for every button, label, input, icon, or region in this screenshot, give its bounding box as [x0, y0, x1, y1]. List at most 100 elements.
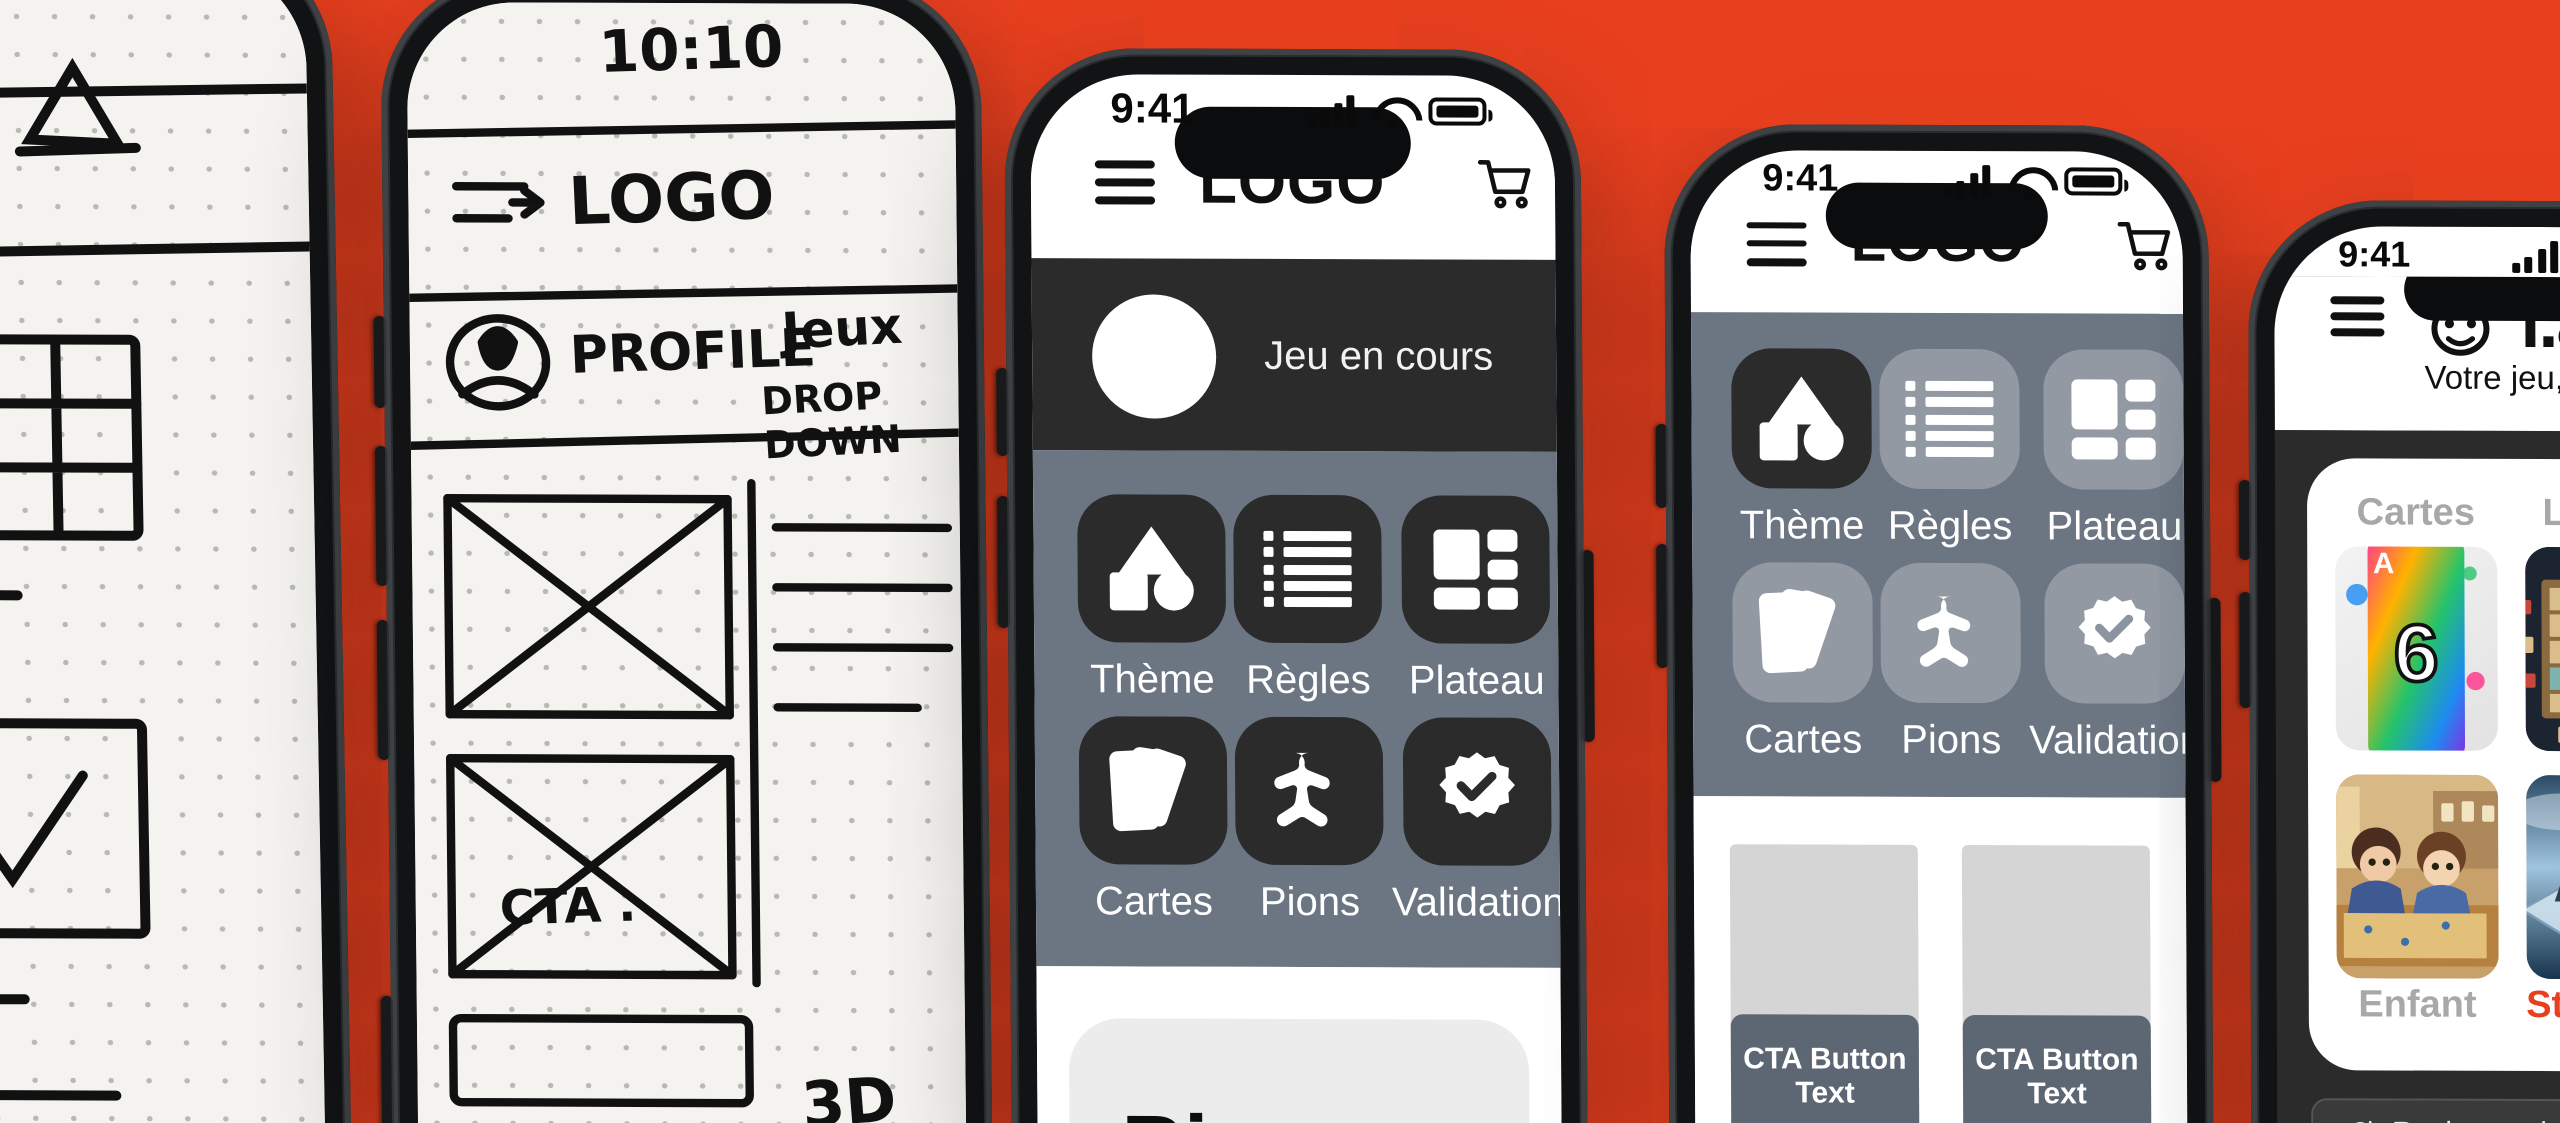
cellular-bars-icon	[2511, 240, 2559, 273]
feature-label: Thème	[1090, 658, 1215, 703]
feature-theme[interactable]: Thème	[1077, 494, 1227, 705]
choice-strategie[interactable]: Stratégie	[2525, 774, 2560, 1040]
cards-icon	[1732, 562, 1874, 703]
side-button-volume-down[interactable]	[1656, 543, 1669, 668]
meeple-glyph	[1274, 752, 1330, 827]
side-button-action[interactable]	[376, 619, 391, 760]
feature-cards[interactable]: Cartes	[1732, 562, 1874, 764]
choice-label: Enfant	[2358, 984, 2477, 1027]
side-button-volume-down[interactable]	[374, 445, 389, 586]
scrabble-board-art	[2524, 546, 2560, 752]
side-button-volume-up[interactable]	[996, 367, 1009, 456]
battery-icon	[2064, 167, 2123, 196]
phone-mockup-catalog: 9:41 LOGO	[1655, 124, 2222, 1123]
chat-body: Cartes 6 A Lettres Enfant Stratégie	[2274, 430, 2560, 1123]
shapes-icon	[1077, 494, 1227, 643]
board-layout-icon	[1401, 495, 1551, 644]
feature-rules[interactable]: Règles	[1233, 494, 1383, 706]
feature-label: Plateau	[2046, 505, 2183, 550]
current-game-label: Jeu en cours	[1264, 333, 1494, 379]
side-button-volume-down[interactable]	[997, 495, 1011, 628]
phone-app-iasmo-chat: 9:41 i.asmo Votre jeu, Cartes 6 A Lettre…	[2238, 200, 2560, 1123]
feature-validation[interactable]: Validation	[1391, 717, 1564, 928]
feature-theme[interactable]: Thème	[1731, 348, 1872, 550]
feature-pawns[interactable]: Pions	[1234, 716, 1384, 928]
brand-tagline: Votre jeu, vos règles!	[2424, 360, 2560, 398]
product-card[interactable]: CTA Button Text	[1961, 845, 2152, 1123]
feature-icon-grid: Thème Règles Plateau Cartes Pions Valida…	[1077, 494, 1563, 928]
product-card[interactable]: CTA Button Text	[1729, 844, 1920, 1123]
svg-text:6: 6	[2394, 609, 2439, 699]
children-playing-art	[2336, 774, 2499, 979]
shapes-icon	[1731, 348, 1872, 489]
svg-text:A: A	[2373, 547, 2394, 580]
phone-sketch-1-screen	[0, 0, 328, 1123]
shopping-cart-icon[interactable]	[2113, 213, 2181, 277]
side-button-power[interactable]	[2208, 597, 2222, 782]
hamburger-menu-icon[interactable]	[2330, 296, 2385, 337]
choice-enfant[interactable]: Enfant	[2336, 774, 2499, 1039]
choice-image-scrabble-board	[2524, 546, 2560, 752]
feature-label: Pions	[1901, 718, 2002, 764]
feature-icon-panel: Thème Règles Plateau Cartes Pions Valida…	[1690, 312, 2189, 798]
battery-icon	[1428, 97, 1487, 126]
status-time: 9:41	[1762, 158, 1839, 201]
shopping-cart-icon[interactable]	[1473, 152, 1541, 216]
sketch-dropdown-label: DROP DOWN	[760, 374, 903, 469]
colorful-card-art: 6 A	[2346, 546, 2485, 751]
choice-cartes[interactable]: Cartes 6 A	[2335, 486, 2498, 751]
hamburger-menu-icon[interactable]	[1746, 221, 1807, 266]
side-button-power[interactable]	[1581, 549, 1595, 743]
phone-sketch-1	[0, 0, 355, 1123]
feature-pawns[interactable]: Pions	[1880, 562, 2022, 765]
sketch-3d-label: 3D	[799, 1064, 900, 1123]
feature-label: Validation	[1391, 881, 1564, 926]
cards-icon	[1078, 716, 1228, 865]
showcase-canvas: 10:10 LOGO PROFILE Jeux DROP DOWN CTA . …	[0, 0, 2560, 1123]
feature-board[interactable]: Plateau	[2027, 349, 2188, 552]
meeple-icon	[1234, 716, 1384, 866]
side-button-volume-up[interactable]	[373, 315, 387, 408]
feature-board[interactable]: Plateau	[1389, 495, 1563, 706]
welcome-title: Bienvenue	[1121, 1098, 1558, 1123]
verified-glyph	[1439, 752, 1516, 818]
meeple-glyph	[1917, 596, 1971, 667]
feature-validation[interactable]: Validation	[2028, 563, 2189, 766]
list-icon	[1879, 348, 2020, 490]
wireframe-canvas	[0, 0, 328, 1123]
verified-check-icon	[1403, 717, 1553, 866]
product-cta-button[interactable]: CTA Button Text	[1962, 1015, 2152, 1123]
feature-label: Pions	[1259, 880, 1361, 926]
meeple-icon	[1880, 562, 2022, 704]
choice-label: Cartes	[2356, 492, 2476, 535]
feature-label: Thème	[1739, 504, 1865, 549]
choice-lettres[interactable]: Lettres	[2524, 487, 2560, 752]
image-choice-grid: Cartes 6 A Lettres Enfant Stratégie	[2335, 486, 2560, 1039]
reload-answer-label: Recharger la réponse	[2392, 1116, 2560, 1123]
status-bar: 9:41	[1690, 150, 2182, 204]
feature-cards[interactable]: Cartes	[1078, 716, 1228, 927]
choice-image-children-playing	[2336, 774, 2499, 979]
reload-answer-button[interactable]: Recharger la réponse	[2311, 1098, 2560, 1123]
sketch-menu-label: Jeux	[780, 296, 904, 361]
side-button-volume-up[interactable]	[2238, 479, 2252, 561]
verified-glyph	[2078, 596, 2152, 659]
phone-mockup-catalog-screen: 9:41 LOGO	[1690, 150, 2189, 1123]
feature-label: Cartes	[1744, 718, 1863, 763]
choice-image-strategy-board	[2525, 774, 2560, 980]
wireframe-canvas-2: 10:10 LOGO PROFILE Jeux DROP DOWN CTA . …	[406, 2, 969, 1123]
product-cta-button[interactable]: CTA Button Text	[1730, 1014, 1920, 1123]
feature-rules[interactable]: Règles	[1879, 348, 2020, 551]
wifi-icon	[1372, 96, 1410, 126]
avatar	[1091, 294, 1217, 419]
cellular-bars-icon	[1943, 165, 1991, 198]
sketch-status-time: 10:10	[597, 12, 785, 86]
welcome-card: Bienvenue Commençons par faire le tour d…	[1068, 1018, 1558, 1123]
phone-sketch-2-screen: 10:10 LOGO PROFILE Jeux DROP DOWN CTA . …	[406, 2, 969, 1123]
side-button-volume-up[interactable]	[1655, 423, 1669, 509]
content-area: CTA Button Text CTA Button Text CTA Butt…	[1693, 796, 2189, 1123]
hamburger-menu-icon[interactable]	[1094, 160, 1156, 205]
phone-mockup-home: 9:41 LOGO Jeu en cours Thème Règles Plat…	[996, 48, 1595, 1123]
side-button-volume-down[interactable]	[2239, 591, 2252, 709]
side-button-power[interactable]	[380, 995, 395, 1123]
